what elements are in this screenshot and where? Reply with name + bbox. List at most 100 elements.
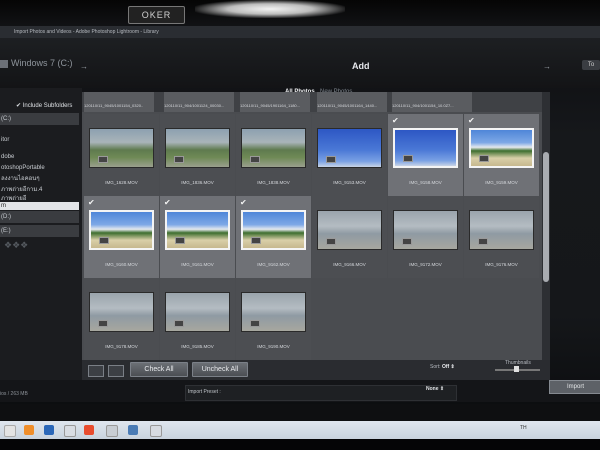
grid-cell[interactable]: IMG_9172.MOV xyxy=(388,196,463,278)
import-preset-bar xyxy=(185,385,457,401)
file-name-label: IMG_1628.MOV xyxy=(105,180,138,185)
video-camera-icon xyxy=(402,238,412,245)
select-checkbox[interactable]: ✔ xyxy=(88,198,95,207)
app-icon[interactable] xyxy=(150,425,162,437)
grid-cell[interactable]: IMG_9185.MOV xyxy=(160,278,235,360)
screen-edge xyxy=(0,404,600,421)
grid-cell[interactable]: IMG_9166.MOV xyxy=(312,196,387,278)
photo-grid: 120110/11_9045/1001154_0320.. 120110/11_… xyxy=(82,92,542,360)
photoshop-icon[interactable] xyxy=(44,425,54,435)
import-mode-add[interactable]: Add xyxy=(352,61,370,71)
video-thumbnail[interactable] xyxy=(317,128,382,168)
slider-knob[interactable] xyxy=(514,366,519,372)
file-name-label: IMG_9176.MOV xyxy=(485,262,518,267)
video-thumbnail[interactable] xyxy=(241,292,306,332)
video-camera-icon xyxy=(174,320,184,327)
include-subfolders-label: Include Subfolders xyxy=(22,103,73,109)
source-selector[interactable]: Windows 7 (C:) xyxy=(0,58,73,68)
panel-end-ornament: ❖❖❖ xyxy=(4,240,29,250)
video-thumbnail[interactable] xyxy=(393,210,458,250)
check-all-button[interactable]: Check All xyxy=(130,362,188,377)
sort-value: Off ⇕ xyxy=(441,364,455,370)
import-button[interactable]: Import xyxy=(549,380,600,394)
select-checkbox[interactable]: ✔ xyxy=(392,116,399,125)
video-camera-icon xyxy=(326,156,336,163)
file-name-label: IMG_9160.MOV xyxy=(105,262,138,267)
folder-item[interactable]: (D:) xyxy=(0,211,79,223)
grid-cell[interactable]: IMG_9153.MOV xyxy=(312,114,387,196)
grid-cell[interactable]: ✔ IMG_9158.MOV xyxy=(388,114,463,196)
file-name-label: IMG_9153.MOV xyxy=(333,180,366,185)
video-thumbnail[interactable] xyxy=(469,128,534,168)
video-thumbnail[interactable] xyxy=(89,128,154,168)
grid-cell[interactable]: ✔ IMG_9162.MOV xyxy=(236,196,311,278)
drive-icon xyxy=(0,59,8,68)
folder-item-selected[interactable]: m xyxy=(0,202,79,210)
grid-cell[interactable]: ✔ IMG_9159.MOV xyxy=(464,114,539,196)
folder-item[interactable]: (C:) xyxy=(0,113,79,125)
include-subfolders-checkbox[interactable]: ✔ Include Subfolders xyxy=(16,102,72,109)
video-camera-icon xyxy=(479,155,489,162)
strip-caption: 120110/11_9045/1001164_1440... xyxy=(317,92,387,112)
select-checkbox[interactable]: ✔ xyxy=(468,116,475,125)
folder-item[interactable]: itor xyxy=(0,134,79,146)
uncheck-all-button[interactable]: Uncheck All xyxy=(192,362,248,377)
grid-cell[interactable]: IMG_9178.MOV xyxy=(84,278,159,360)
file-name-label: IMG_9166.MOV xyxy=(333,262,366,267)
file-name-label: IMG_9158.MOV xyxy=(409,180,442,185)
grid-cell[interactable]: IMG_9176.MOV xyxy=(464,196,539,278)
video-thumbnail[interactable] xyxy=(89,210,154,250)
video-camera-icon xyxy=(99,237,109,244)
video-camera-icon xyxy=(98,320,108,327)
video-thumbnail[interactable] xyxy=(165,210,230,250)
browser-icon[interactable] xyxy=(84,425,94,435)
grid-cell[interactable]: IMG_9190.MOV xyxy=(236,278,311,360)
folder-item[interactable]: (E:) xyxy=(0,225,79,237)
video-thumbnail[interactable] xyxy=(241,128,306,168)
grid-cell[interactable]: IMG_1838.MOV xyxy=(236,114,311,196)
folder-icon[interactable] xyxy=(24,425,34,435)
file-name-label: IMG_1836.MOV xyxy=(181,180,214,185)
video-camera-icon xyxy=(478,238,488,245)
strip-caption: 120110/11_904/1001124_00030... xyxy=(164,92,234,112)
sort-control[interactable]: Sort: Off ⇕ xyxy=(430,364,455,370)
video-thumbnail[interactable] xyxy=(393,128,458,168)
screen: OKER Import Photos and Videos - Adobe Ph… xyxy=(0,0,600,450)
grid-cell[interactable]: ✔ IMG_9161.MOV xyxy=(160,196,235,278)
video-thumbnail[interactable] xyxy=(165,292,230,332)
file-name-label: IMG_9178.MOV xyxy=(105,344,138,349)
app-icon[interactable] xyxy=(64,425,76,437)
video-thumbnail[interactable] xyxy=(165,128,230,168)
grid-scrollbar[interactable] xyxy=(542,92,550,360)
video-thumbnail[interactable] xyxy=(317,210,382,250)
file-name-label: IMG_9172.MOV xyxy=(409,262,442,267)
select-checkbox[interactable]: ✔ xyxy=(164,198,171,207)
scrollbar-thumb[interactable] xyxy=(543,152,549,282)
lightroom-icon[interactable] xyxy=(128,425,138,435)
video-camera-icon xyxy=(174,156,184,163)
video-camera-icon xyxy=(98,156,108,163)
grid-view-icon[interactable] xyxy=(88,365,104,377)
start-button-icon[interactable] xyxy=(4,425,16,437)
strip-caption: 120110/11_904/1001154_10.0Z7... xyxy=(392,92,472,112)
video-thumbnail[interactable] xyxy=(89,292,154,332)
select-checkbox[interactable]: ✔ xyxy=(240,198,247,207)
source-label: Windows 7 (C:) xyxy=(11,58,73,68)
video-camera-icon xyxy=(326,238,336,245)
app-icon[interactable] xyxy=(106,425,118,437)
video-thumbnail[interactable] xyxy=(469,210,534,250)
grid-cell[interactable]: IMG_1836.MOV xyxy=(160,114,235,196)
monitor-bezel-bottom xyxy=(0,439,600,450)
grid-cell[interactable]: IMG_1628.MOV xyxy=(84,114,159,196)
loupe-view-icon[interactable] xyxy=(108,365,124,377)
video-camera-icon xyxy=(250,320,260,327)
screen-glare xyxy=(195,0,345,18)
video-thumbnail[interactable] xyxy=(241,210,306,250)
grid-cell[interactable]: ✔ IMG_9160.MOV xyxy=(84,196,159,278)
destination-badge[interactable]: To xyxy=(582,60,600,70)
video-camera-icon xyxy=(251,237,261,244)
import-preset-select[interactable]: None ⇕ xyxy=(426,386,444,392)
file-name-label: IMG_9162.MOV xyxy=(257,262,290,267)
video-camera-icon xyxy=(250,156,260,163)
tray-clock: TH xyxy=(520,425,527,431)
